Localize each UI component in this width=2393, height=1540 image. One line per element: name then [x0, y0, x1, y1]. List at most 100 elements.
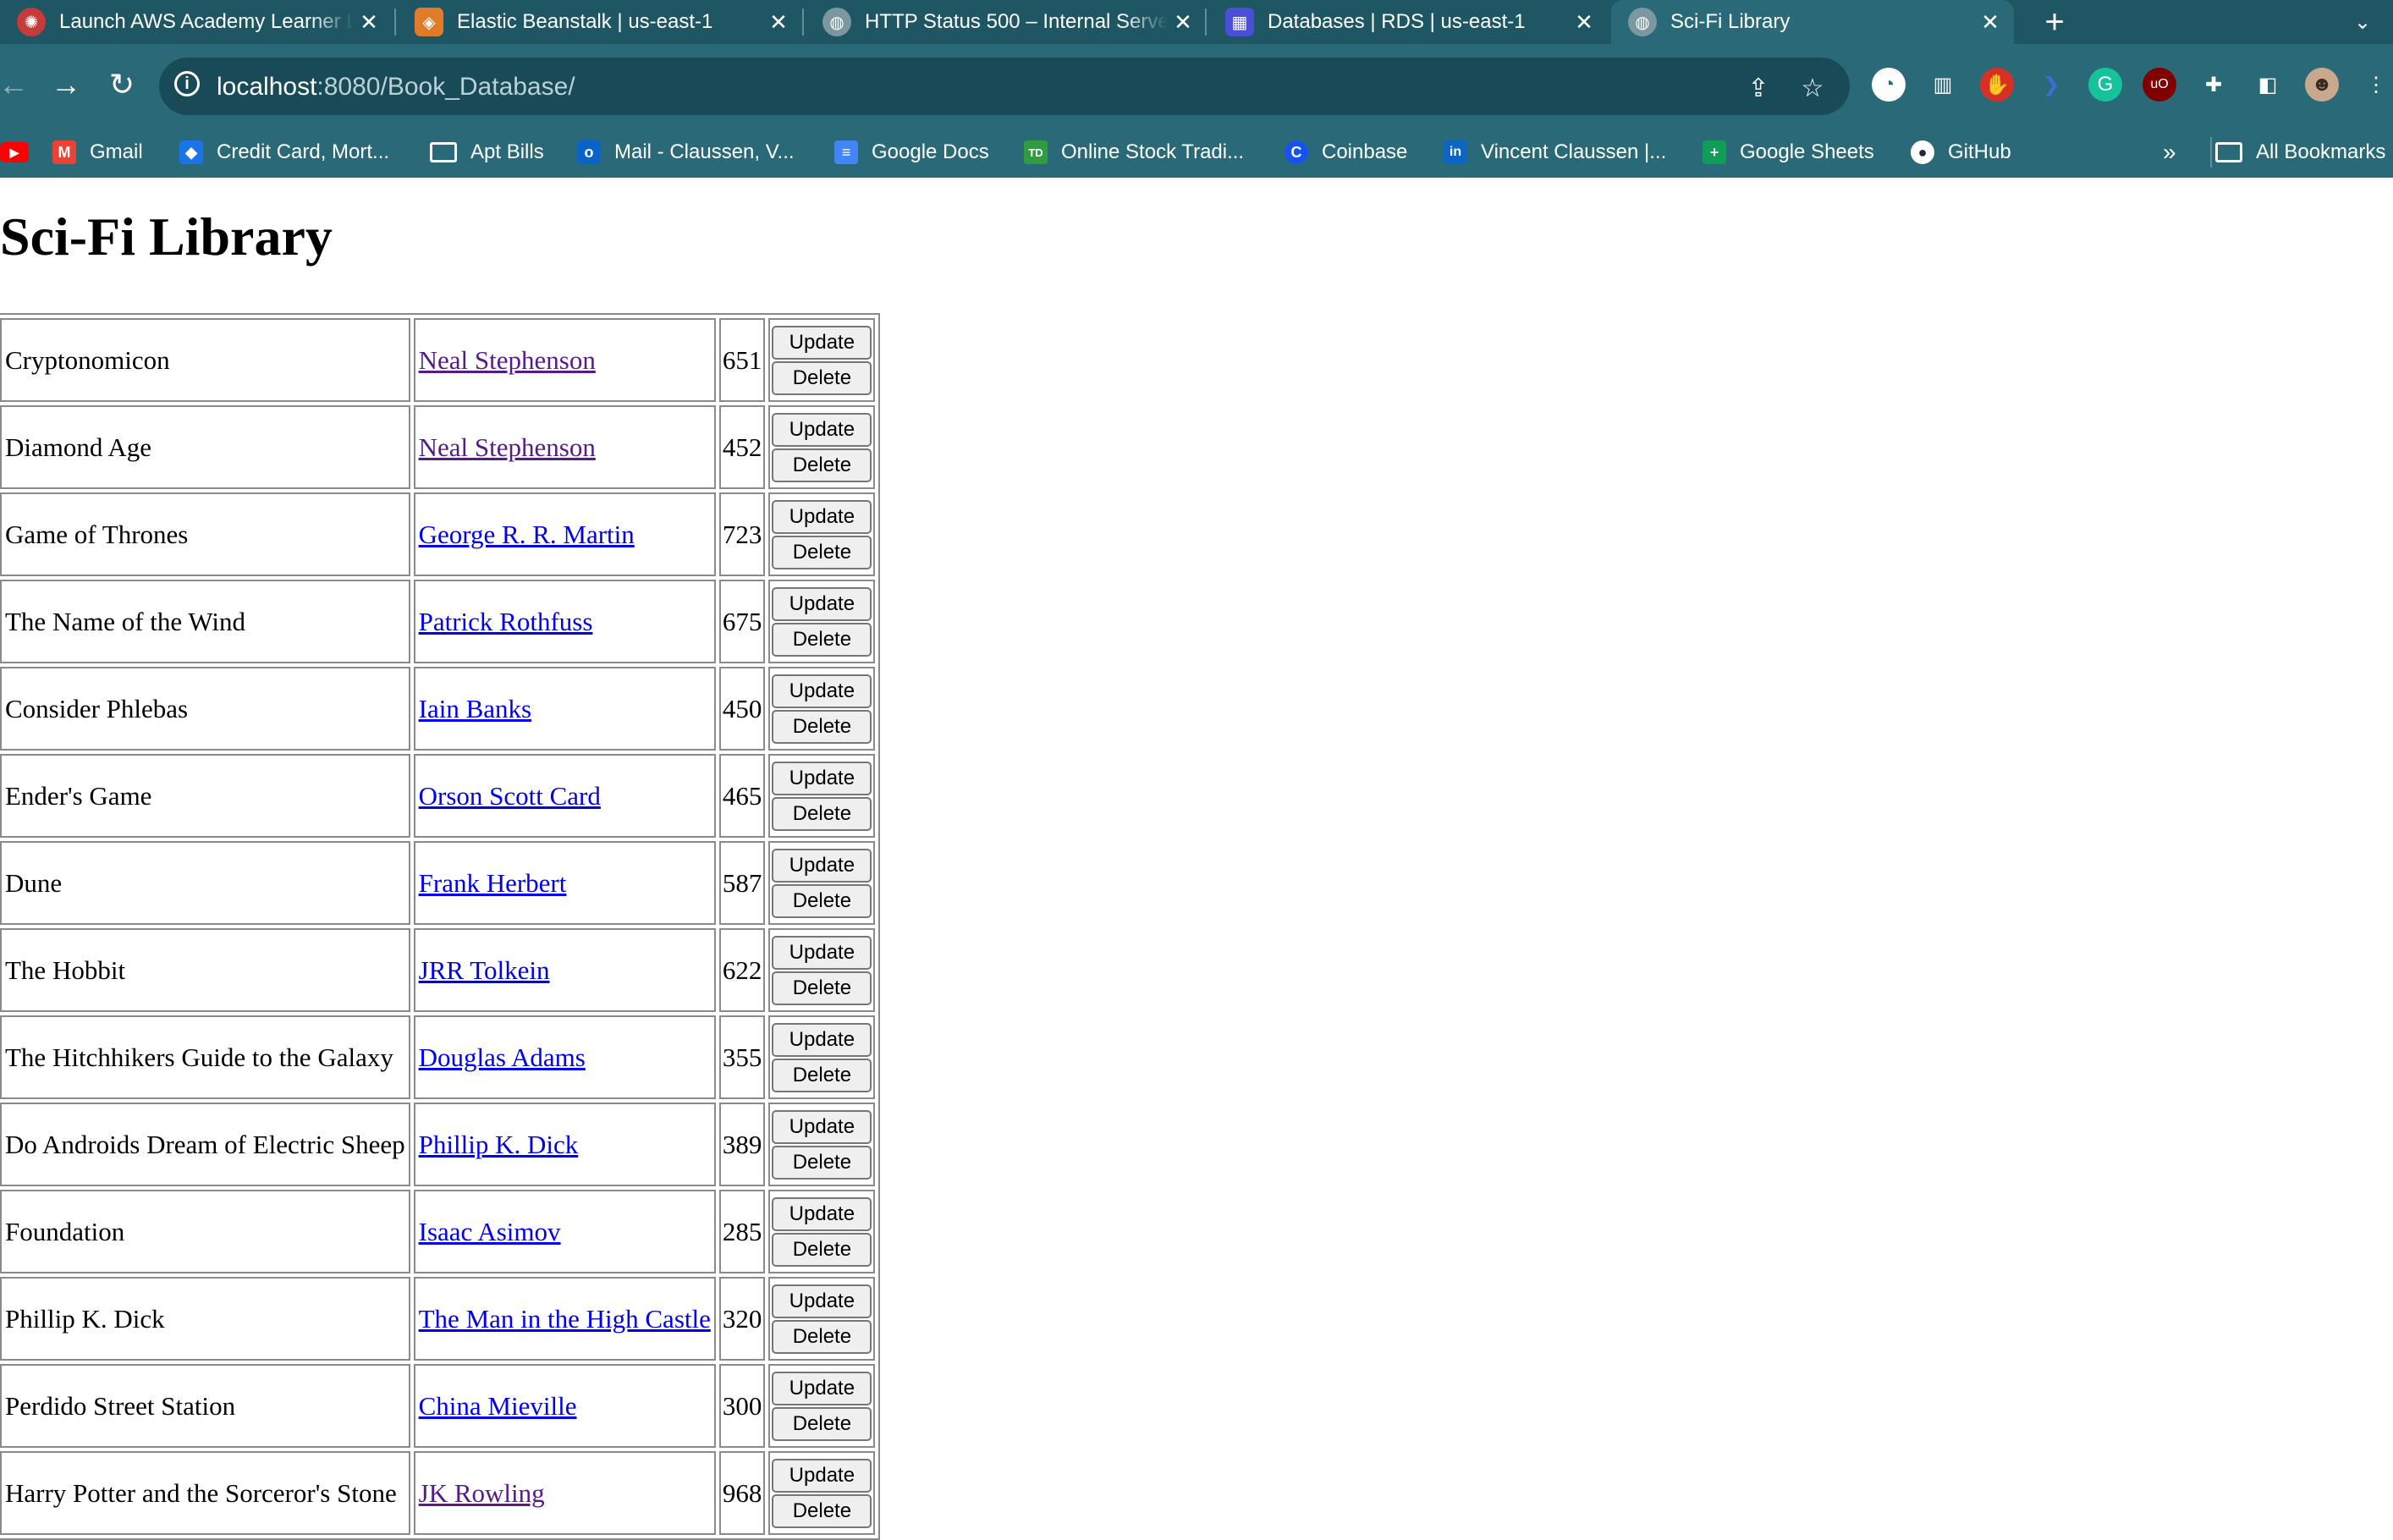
- update-button[interactable]: Update: [772, 935, 872, 970]
- bookmark-google-sheets[interactable]: + Google Sheets: [1703, 127, 1874, 178]
- avatar[interactable]: ☻: [2305, 68, 2339, 102]
- close-icon[interactable]: ✕: [1975, 9, 2005, 36]
- ublock-icon[interactable]: uO: [2143, 68, 2176, 102]
- address-bar[interactable]: i localhost:8080/Book_Database/ ⇪ ☆: [159, 58, 1850, 115]
- table-row: Dune Frank Herbert 587 Update Delete: [0, 841, 876, 925]
- tab-search-chevron-icon[interactable]: ⌄: [2346, 0, 2379, 44]
- all-bookmarks-button[interactable]: All Bookmarks: [2210, 137, 2385, 168]
- update-button[interactable]: Update: [772, 325, 872, 360]
- table-row: Diamond Age Neal Stephenson 452 Update Delet…: [0, 405, 876, 489]
- author-link[interactable]: Douglas Adams: [419, 1042, 586, 1072]
- new-tab-button[interactable]: +: [2034, 0, 2075, 44]
- bookmarks-overflow-button[interactable]: »: [2163, 127, 2176, 178]
- delete-button[interactable]: Delete: [772, 709, 872, 744]
- author-link[interactable]: Phillip K. Dick: [419, 1130, 579, 1159]
- forward-arrow-icon[interactable]: →: [41, 59, 91, 110]
- delete-button[interactable]: Delete: [772, 1319, 872, 1354]
- rds-icon: ▦: [1225, 8, 1254, 36]
- tab-title: Sci-Fi Library: [1670, 10, 1791, 33]
- update-button[interactable]: Update: [772, 674, 872, 708]
- update-button[interactable]: Update: [772, 1371, 872, 1405]
- tab-sci-fi-library[interactable]: ◍ Sci-Fi Library ✕: [1611, 0, 2014, 44]
- delete-button[interactable]: Delete: [772, 883, 872, 918]
- bookmark-star-icon[interactable]: ☆: [1796, 71, 1829, 105]
- page-count-cell: 355: [718, 1015, 766, 1099]
- author-link[interactable]: Patrick Rothfuss: [419, 607, 593, 636]
- update-button[interactable]: Update: [772, 1109, 872, 1144]
- site-info-icon[interactable]: i: [174, 71, 200, 96]
- close-icon[interactable]: ✕: [354, 9, 384, 36]
- fold-extension-icon[interactable]: ❯: [2034, 68, 2068, 102]
- reader-extension-icon[interactable]: ▥: [1926, 68, 1960, 102]
- author-link[interactable]: China Mieville: [419, 1391, 577, 1421]
- bookmark-outlook-mail[interactable]: o Mail - Claussen, V...: [577, 127, 795, 178]
- page-count-cell: 320: [718, 1277, 766, 1361]
- table-row: The Name of the Wind Patrick Rothfuss 675 U…: [0, 580, 876, 663]
- delete-button[interactable]: Delete: [772, 971, 872, 1005]
- update-button[interactable]: Update: [772, 761, 872, 795]
- url-text[interactable]: localhost:8080/Book_Database/: [217, 73, 575, 102]
- tab-separator: [802, 8, 804, 36]
- youtube-bookmark[interactable]: ▶: [0, 127, 42, 178]
- tab-elastic-beanstalk[interactable]: ◈ Elastic Beanstalk | us-east-1 ✕: [398, 0, 802, 44]
- update-button[interactable]: Update: [772, 499, 872, 534]
- delete-button[interactable]: Delete: [772, 622, 872, 657]
- stop-hand-extension-icon[interactable]: ✋: [1980, 68, 2014, 102]
- update-button[interactable]: Update: [772, 1022, 872, 1057]
- close-icon[interactable]: ✕: [1168, 9, 1198, 36]
- actions-cell: Update Delete: [768, 667, 876, 751]
- bookmark-coinbase[interactable]: C Coinbase: [1285, 127, 1407, 178]
- update-button[interactable]: Update: [772, 1196, 872, 1231]
- close-icon[interactable]: ✕: [763, 9, 794, 36]
- author-link[interactable]: JK Rowling: [419, 1478, 545, 1508]
- speedometer-extension-icon[interactable]: ◔: [1872, 68, 1906, 102]
- url-host: localhost: [217, 73, 317, 101]
- delete-button[interactable]: Delete: [772, 1232, 872, 1267]
- author-link[interactable]: George R. R. Martin: [419, 520, 635, 549]
- author-link[interactable]: Isaac Asimov: [419, 1217, 561, 1246]
- page-title: Sci-Fi Library: [0, 206, 333, 267]
- delete-button[interactable]: Delete: [772, 1493, 872, 1528]
- bookmark-credit-card[interactable]: ◆ Credit Card, Mort...: [179, 127, 389, 178]
- update-button[interactable]: Update: [772, 1458, 872, 1493]
- delete-button[interactable]: Delete: [772, 1058, 872, 1092]
- author-link[interactable]: Neal Stephenson: [419, 345, 596, 375]
- bookmark-label: Mail - Claussen, V...: [614, 140, 795, 163]
- bookmark-github[interactable]: ● GitHub: [1911, 127, 2011, 178]
- update-button[interactable]: Update: [772, 586, 872, 621]
- book-title-cell: Harry Potter and the Sorceror's Stone: [0, 1451, 410, 1535]
- puzzle-extensions-icon[interactable]: ✚: [2197, 68, 2231, 102]
- author-link[interactable]: Neal Stephenson: [419, 432, 596, 462]
- author-link[interactable]: Frank Herbert: [419, 868, 567, 898]
- author-link[interactable]: The Man in the High Castle: [419, 1304, 711, 1334]
- bookmark-apt-bills[interactable]: Apt Bills: [430, 127, 544, 178]
- table-row: Harry Potter and the Sorceror's Stone JK …: [0, 1451, 876, 1535]
- author-link[interactable]: Orson Scott Card: [419, 781, 601, 811]
- bookmark-td-trading[interactable]: TD Online Stock Tradi...: [1024, 127, 1244, 178]
- update-button[interactable]: Update: [772, 1284, 872, 1318]
- back-arrow-icon[interactable]: ←: [0, 59, 39, 110]
- update-button[interactable]: Update: [772, 412, 872, 447]
- delete-button[interactable]: Delete: [772, 535, 872, 569]
- delete-button[interactable]: Delete: [772, 796, 872, 831]
- side-panel-icon[interactable]: ◧: [2251, 68, 2285, 102]
- reload-icon[interactable]: ↻: [96, 59, 147, 110]
- tab-aws-academy[interactable]: ✺ Launch AWS Academy Learner Lab ✕: [0, 0, 393, 44]
- page-count-cell: 968: [718, 1451, 766, 1535]
- update-button[interactable]: Update: [772, 848, 872, 883]
- bookmark-gmail[interactable]: M Gmail: [52, 127, 143, 178]
- bookmark-linkedin[interactable]: in Vincent Claussen |...: [1444, 127, 1666, 178]
- grammarly-icon[interactable]: G: [2088, 68, 2122, 102]
- tab-rds[interactable]: ▦ Databases | RDS | us-east-1 ✕: [1208, 0, 1608, 44]
- author-link[interactable]: Iain Banks: [419, 694, 531, 723]
- tab-http-500[interactable]: ◍ HTTP Status 500 – Internal Server Erro…: [806, 0, 1207, 44]
- delete-button[interactable]: Delete: [772, 448, 872, 482]
- delete-button[interactable]: Delete: [772, 360, 872, 395]
- share-icon[interactable]: ⇪: [1741, 71, 1775, 105]
- more-menu-icon[interactable]: ⋮: [2359, 68, 2393, 102]
- delete-button[interactable]: Delete: [772, 1406, 872, 1441]
- delete-button[interactable]: Delete: [772, 1145, 872, 1180]
- bookmark-google-docs[interactable]: ≡ Google Docs: [834, 127, 989, 178]
- close-icon[interactable]: ✕: [1569, 9, 1599, 36]
- author-link[interactable]: JRR Tolkein: [419, 955, 550, 985]
